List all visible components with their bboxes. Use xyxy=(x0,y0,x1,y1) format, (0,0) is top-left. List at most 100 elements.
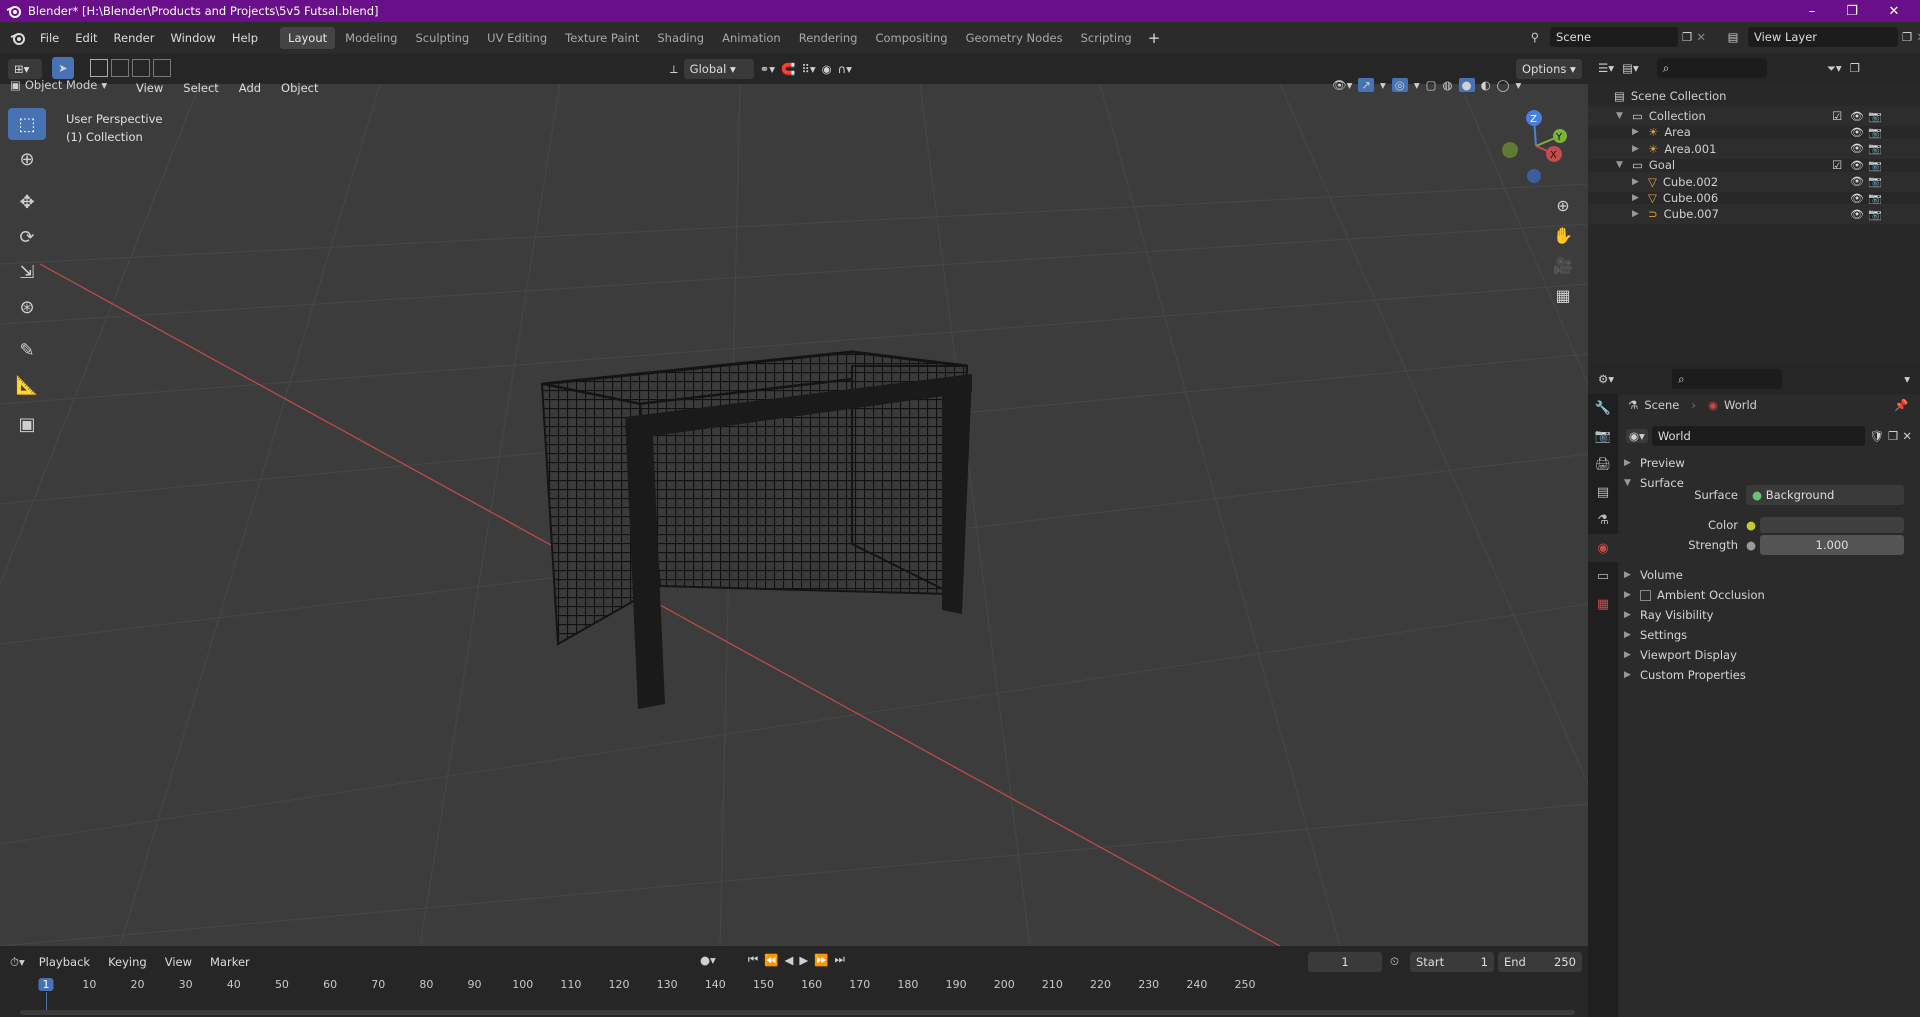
menu-file[interactable]: File xyxy=(32,27,67,49)
wireframe-shading-icon[interactable]: ◍ xyxy=(1443,78,1453,92)
viewport-menu-object[interactable]: Object xyxy=(273,78,326,98)
workspace-tab-uv-editing[interactable]: UV Editing xyxy=(479,27,555,49)
view-layer-icon[interactable]: ▤ xyxy=(1722,30,1744,44)
remove-view-layer-icon[interactable]: ✕ xyxy=(1916,30,1920,44)
minimize-button[interactable]: – xyxy=(1792,0,1832,22)
shading-options-icon[interactable]: ▾ xyxy=(1516,78,1522,92)
outliner-search-input[interactable]: ⌕ xyxy=(1656,58,1767,78)
expand-arrow-icon[interactable]: ▶ xyxy=(1632,177,1642,187)
pin-icon[interactable]: 📌 xyxy=(1894,398,1908,412)
menu-edit[interactable]: Edit xyxy=(67,27,105,49)
rotate-tool-icon[interactable]: ⟳ xyxy=(8,221,46,253)
visibility-eye-icon[interactable]: 👁 xyxy=(1850,126,1864,139)
surface-shader-field[interactable]: ● Background xyxy=(1746,485,1904,505)
overlay-toggle-icon[interactable]: ◎ xyxy=(1391,78,1408,92)
scene-selector-icon[interactable]: ⚲ xyxy=(1524,30,1546,44)
snap-icon[interactable]: 🧲 xyxy=(781,62,795,76)
strength-field[interactable]: 1.000 xyxy=(1760,535,1904,555)
render-camera-icon[interactable]: 📷 xyxy=(1868,142,1882,155)
duplicate-world-icon[interactable]: ❐ xyxy=(1888,429,1898,443)
expand-arrow-icon[interactable]: ▼ xyxy=(1616,111,1626,121)
panel-volume[interactable]: ▶ Volume xyxy=(1624,564,1683,586)
properties-editor-icon[interactable]: ⚙▾ xyxy=(1598,372,1614,386)
menu-help[interactable]: Help xyxy=(224,27,266,49)
pan-hand-icon[interactable]: ✋ xyxy=(1550,222,1576,248)
scene-collection-row[interactable]: ▤ Scene Collection xyxy=(1588,86,1920,106)
remove-scene-icon[interactable]: ✕ xyxy=(1696,30,1706,44)
workspace-tab-modeling[interactable]: Modeling xyxy=(337,27,405,49)
transform-orientation-dropdown[interactable]: Global ▾ xyxy=(683,59,754,79)
collection-tab-icon[interactable]: ▭ xyxy=(1588,562,1618,590)
visibility-eye-icon[interactable]: 👁 xyxy=(1850,142,1864,155)
select-new-icon[interactable] xyxy=(90,59,108,77)
workspace-tab-texture-paint[interactable]: Texture Paint xyxy=(557,27,647,49)
outliner-row[interactable]: ▶ ⊃ Cube.007 👁 📷 xyxy=(1588,204,1920,225)
move-tool-icon[interactable]: ✥ xyxy=(8,186,46,218)
exclude-checkbox-icon[interactable]: ☑ xyxy=(1832,109,1842,123)
options-dropdown[interactable]: Options ▾ xyxy=(1516,59,1582,79)
editor-type-icon[interactable]: ⊞▾ xyxy=(8,59,42,79)
display-mode-icon[interactable]: ▤▾ xyxy=(1622,61,1639,75)
close-window-button[interactable]: ✕ xyxy=(1874,0,1914,22)
visibility-eye-icon[interactable]: 👁 xyxy=(1850,175,1864,188)
panel-preview[interactable]: ▶ Preview xyxy=(1624,452,1685,474)
select-box-tool-icon[interactable]: ⬚ xyxy=(8,108,46,140)
properties-search-input[interactable]: ⌕ xyxy=(1672,369,1783,389)
view-layer-field[interactable]: View Layer xyxy=(1748,27,1898,47)
mode-dropdown[interactable]: ▣ Object Mode ▾ xyxy=(10,78,107,92)
texture-tab-icon[interactable]: ▦ xyxy=(1588,590,1618,618)
workspace-tab-sculpting[interactable]: Sculpting xyxy=(407,27,477,49)
unlink-world-icon[interactable]: ✕ xyxy=(1902,429,1912,443)
render-tab-icon[interactable]: 📷 xyxy=(1588,422,1618,450)
expand-arrow-icon[interactable]: ▶ xyxy=(1632,144,1642,154)
workspace-tab-animation[interactable]: Animation xyxy=(714,27,789,49)
workspace-tab-shading[interactable]: Shading xyxy=(649,27,712,49)
exclude-checkbox-icon[interactable]: ☑ xyxy=(1832,158,1842,172)
maximize-button[interactable]: ❐ xyxy=(1832,0,1872,22)
panel-custom-properties[interactable]: ▶ Custom Properties xyxy=(1624,664,1746,686)
material-shading-icon[interactable]: ◐ xyxy=(1481,78,1491,92)
filter-icon[interactable]: ⏷▾ xyxy=(1827,61,1842,76)
panel-surface[interactable]: ▼ Surface xyxy=(1624,472,1684,494)
new-scene-icon[interactable]: ❐ xyxy=(1682,30,1692,44)
new-collection-icon[interactable]: ❐ xyxy=(1850,61,1860,75)
tool-tab-icon[interactable]: 🔧 xyxy=(1588,394,1618,422)
view-layer-tab-icon[interactable]: ▤ xyxy=(1588,478,1618,506)
xray-icon[interactable]: ▢ xyxy=(1426,78,1437,92)
gizmo-toggle-icon[interactable]: ↗ xyxy=(1358,78,1375,92)
properties-options-icon[interactable]: ▾ xyxy=(1904,372,1910,386)
proportional-edit-icon[interactable]: ◉ xyxy=(822,62,832,76)
render-camera-icon[interactable]: 📷 xyxy=(1868,175,1882,188)
select-extend-icon[interactable] xyxy=(111,59,129,77)
fake-user-icon[interactable]: 🛡 xyxy=(1869,429,1884,443)
render-camera-icon[interactable]: 📷 xyxy=(1868,126,1882,139)
viewport-menu-view[interactable]: View xyxy=(128,78,171,98)
visibility-eye-icon[interactable]: 👁 xyxy=(1850,159,1864,172)
scene-field[interactable]: Scene xyxy=(1550,27,1678,47)
world-browse-icon[interactable]: ◉▾ xyxy=(1626,429,1648,443)
viewport-menu-add[interactable]: Add xyxy=(231,78,269,98)
visibility-eye-icon[interactable]: 👁 xyxy=(1850,110,1864,123)
goal-mesh[interactable] xyxy=(0,84,1588,946)
timeline-scrollbar[interactable] xyxy=(20,1010,1575,1015)
measure-tool-icon[interactable]: 📐 xyxy=(8,369,46,401)
panel-settings[interactable]: ▶ Settings xyxy=(1624,624,1687,646)
ortho-toggle-icon[interactable]: ▦ xyxy=(1550,282,1576,308)
falloff-icon[interactable]: ∩▾ xyxy=(838,62,852,76)
visibility-eye-icon[interactable]: 👁 xyxy=(1850,192,1864,205)
new-view-layer-icon[interactable]: ❐ xyxy=(1902,30,1912,44)
panel-viewport-display[interactable]: ▶ Viewport Display xyxy=(1624,644,1737,666)
expand-arrow-icon[interactable]: ▶ xyxy=(1632,193,1642,203)
expand-arrow-icon[interactable]: ▶ xyxy=(1632,127,1642,137)
snap-target-icon[interactable]: ⠿▾ xyxy=(801,62,815,76)
scene-tab-icon[interactable]: ⚗ xyxy=(1588,506,1618,534)
scale-tool-icon[interactable]: ⇲ xyxy=(8,256,46,288)
render-camera-icon[interactable]: 📷 xyxy=(1868,159,1882,172)
annotate-tool-icon[interactable]: ✎ xyxy=(8,334,46,366)
menu-window[interactable]: Window xyxy=(162,27,223,49)
render-camera-icon[interactable]: 📷 xyxy=(1868,208,1882,221)
outliner-editor-icon[interactable]: ☰▾ xyxy=(1598,61,1614,75)
blender-menu-icon[interactable] xyxy=(10,30,26,46)
menu-render[interactable]: Render xyxy=(106,27,163,49)
viewport-menu-select[interactable]: Select xyxy=(175,78,226,98)
